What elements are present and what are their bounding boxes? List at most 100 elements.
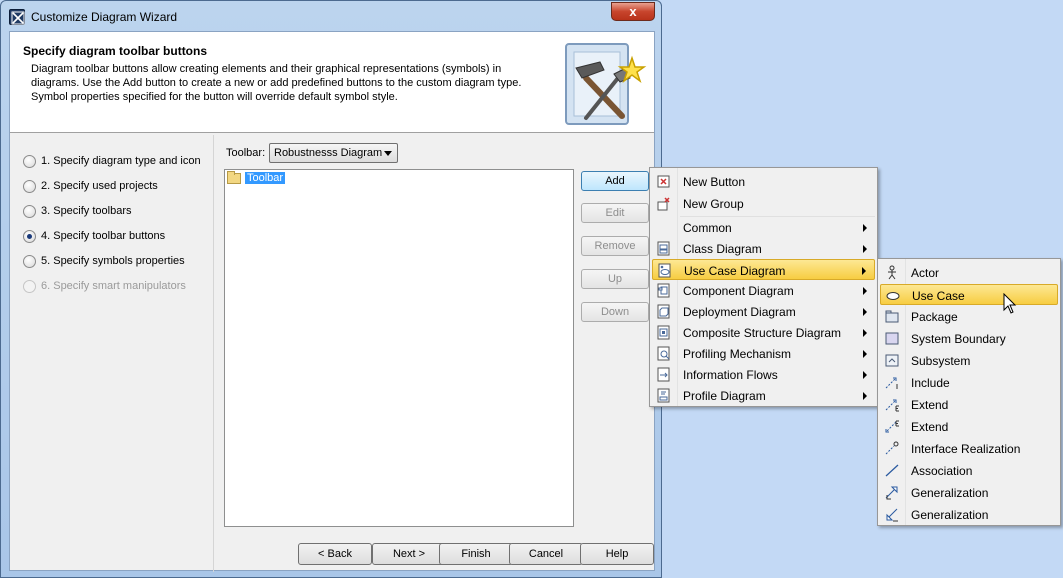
chevron-right-icon — [862, 267, 866, 275]
radio-button[interactable] — [23, 204, 36, 218]
subsystem-icon — [885, 354, 899, 367]
page-title: Specify diagram toolbar buttons — [23, 44, 208, 58]
chevron-right-icon — [863, 287, 867, 295]
menu-item-common[interactable]: Common — [652, 217, 875, 238]
menu-item-use-case-diagram[interactable]: Use Case Diagram — [652, 259, 875, 280]
menu-item-label: Include — [911, 376, 950, 390]
system-boundary-icon — [885, 332, 899, 345]
chevron-right-icon — [863, 392, 867, 400]
chevron-right-icon — [863, 224, 867, 232]
new-button-icon — [657, 175, 670, 188]
deployment-diagram-icon — [657, 304, 670, 319]
menu-item-profile-diagram[interactable]: Profile Diagram — [652, 385, 875, 406]
add-button[interactable]: Add — [581, 171, 649, 191]
step-2[interactable]: 2. Specify used projects — [23, 177, 158, 195]
radio-button[interactable] — [23, 179, 36, 193]
step-label: 5. Specify symbols properties — [41, 255, 185, 267]
step-4[interactable]: 4. Specify toolbar buttons — [23, 227, 165, 245]
tree-node-toolbar[interactable]: Toolbar — [227, 170, 286, 184]
step-3[interactable]: 3. Specify toolbars — [23, 202, 132, 220]
menu-item-information-flows[interactable]: Information Flows — [652, 364, 875, 385]
description-line: diagrams. Use the Add button to create a… — [31, 77, 522, 89]
radio-button[interactable] — [23, 154, 36, 168]
chevron-right-icon — [863, 371, 867, 379]
menu-item-label: Information Flows — [683, 368, 778, 382]
step-6: 6. Specify smart manipulators — [23, 277, 186, 295]
chevron-right-icon — [863, 329, 867, 337]
remove-button[interactable]: Remove — [581, 236, 649, 256]
menu-item-label: Subsystem — [911, 354, 971, 368]
menu-item-label: Component Diagram — [683, 284, 794, 298]
menu-item-composite-structure-diagram[interactable]: Composite Structure Diagram — [652, 322, 875, 343]
toolbar-select[interactable]: Robustnesss Diagram — [269, 143, 398, 163]
generalization-icon — [885, 486, 898, 500]
step-1[interactable]: 1. Specify diagram type and icon — [23, 152, 201, 170]
chevron-right-icon — [863, 308, 867, 316]
finish-button[interactable]: Finish — [439, 543, 513, 565]
submenu-item-system-boundary[interactable]: System Boundary — [880, 328, 1058, 349]
menu-item-new-group[interactable]: New Group — [652, 193, 875, 214]
menu-item-profiling-mechanism[interactable]: Profiling Mechanism — [652, 343, 875, 364]
class-diagram-icon — [657, 241, 670, 256]
menu-item-label: Extend — [911, 398, 949, 412]
menu-item-label: Package — [911, 310, 958, 324]
dialog-client: Specify diagram toolbar buttons Diagram … — [9, 31, 655, 572]
package-icon — [885, 310, 899, 323]
step-5[interactable]: 5. Specify symbols properties — [23, 252, 185, 270]
title-bar[interactable]: Customize Diagram Wizard x — [1, 1, 661, 31]
menu-item-deployment-diagram[interactable]: Deployment Diagram — [652, 301, 875, 322]
menu-item-label: Profiling Mechanism — [683, 347, 792, 361]
menu-item-label: Profile Diagram — [683, 389, 766, 403]
edit-button[interactable]: Edit — [581, 203, 649, 223]
submenu-item-subsystem[interactable]: Subsystem — [880, 350, 1058, 371]
menu-item-label: Extend — [911, 420, 949, 434]
submenu-item-association[interactable]: Association — [880, 460, 1058, 481]
actor-icon — [888, 265, 896, 280]
menu-item-label: Generalization — [911, 508, 989, 522]
folder-icon — [227, 170, 241, 184]
toolbar-wizard-icon — [565, 43, 647, 125]
back-button[interactable]: < Back — [298, 543, 372, 565]
up-button[interactable]: Up — [581, 269, 649, 289]
step-label: 3. Specify toolbars — [41, 205, 132, 217]
use-case-icon — [886, 292, 900, 300]
wizard-header: Specify diagram toolbar buttons Diagram … — [10, 32, 654, 133]
toolbar-label: Toolbar: — [226, 147, 266, 159]
chevron-right-icon — [863, 350, 867, 358]
help-button[interactable]: Help — [580, 543, 654, 565]
step-label: 1. Specify diagram type and icon — [41, 155, 201, 167]
submenu-item-extend-reverse[interactable]: Extend — [880, 416, 1058, 437]
radio-button[interactable] — [23, 254, 36, 268]
menu-item-component-diagram[interactable]: Component Diagram — [652, 280, 875, 301]
chevron-right-icon — [863, 245, 867, 253]
submenu-item-generalization-reverse[interactable]: Generalization — [880, 504, 1058, 525]
toolbar-select-value: Robustnesss Diagram — [274, 147, 383, 159]
toolbar-tree[interactable]: Toolbar — [224, 169, 574, 527]
submenu-item-use-case[interactable]: Use Case — [880, 284, 1058, 305]
next-button[interactable]: Next > — [372, 543, 446, 565]
radio-button-checked[interactable] — [23, 229, 36, 243]
submenu-item-package[interactable]: Package — [880, 306, 1058, 327]
close-button[interactable]: x — [611, 2, 655, 21]
menu-item-label: Actor — [911, 266, 940, 280]
menu-item-label: Use Case — [912, 289, 965, 303]
down-button[interactable]: Down — [581, 302, 649, 322]
generalization-icon — [886, 508, 898, 522]
cancel-button[interactable]: Cancel — [509, 543, 583, 565]
menu-item-label: New Button — [683, 175, 746, 189]
submenu-item-include[interactable]: Include — [880, 372, 1058, 393]
submenu-item-extend[interactable]: Extend — [880, 394, 1058, 415]
menu-item-class-diagram[interactable]: Class Diagram — [652, 238, 875, 259]
menu-item-label: New Group — [683, 197, 744, 211]
menu-item-label: Association — [911, 464, 973, 478]
submenu-item-generalization[interactable]: Generalization — [880, 482, 1058, 503]
submenu-item-actor[interactable]: Actor — [880, 262, 1058, 283]
extend-icon — [885, 420, 899, 433]
chevron-down-icon — [384, 151, 392, 156]
use-case-diagram-icon — [658, 263, 671, 278]
description-line: Symbol properties specified for the butt… — [31, 91, 398, 103]
profiling-mechanism-icon — [657, 346, 670, 361]
submenu-item-interface-realization[interactable]: Interface Realization — [880, 438, 1058, 459]
menu-item-new-button[interactable]: New Button — [652, 171, 875, 192]
wizard-steps: 1. Specify diagram type and icon 2. Spec… — [10, 135, 214, 572]
